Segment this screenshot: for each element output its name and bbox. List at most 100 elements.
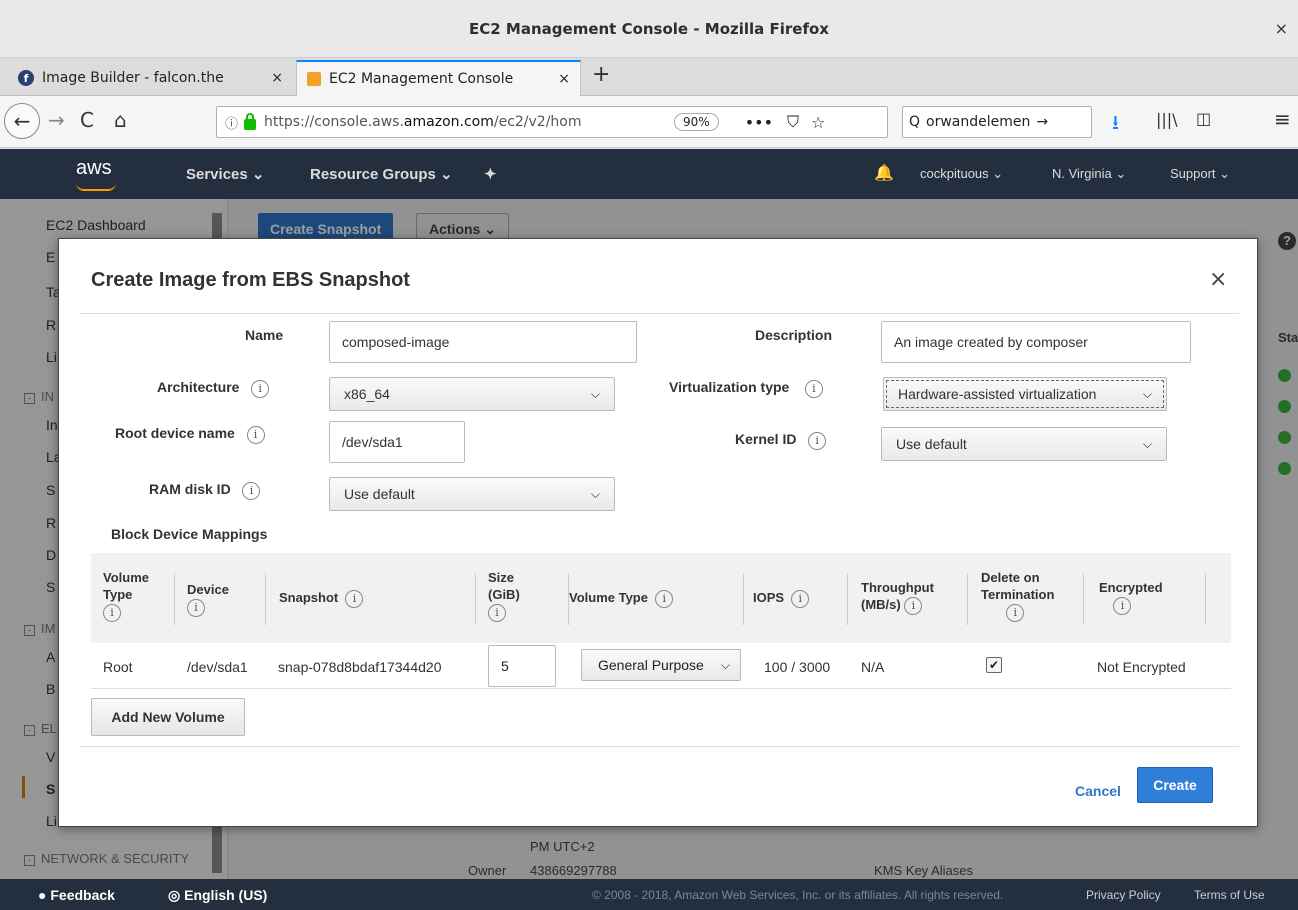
col-delete-on-termination: Delete on Termination i xyxy=(981,569,1054,622)
zoom-level-badge[interactable]: 90% xyxy=(674,113,719,131)
block-device-mappings-title: Block Device Mappings xyxy=(111,526,268,542)
account-menu[interactable]: cockpituous ⌄ xyxy=(920,166,1003,182)
aws-footer: ● Feedback ◎ English (US) © 2008 - 2018,… xyxy=(0,879,1298,910)
delete-on-termination-checkbox[interactable]: ✔ xyxy=(986,657,1002,673)
back-button[interactable]: ← xyxy=(4,103,40,139)
url-bar[interactable]: ⓘ https://console.aws.amazon.com/ec2/v2/… xyxy=(216,106,888,138)
column-divider xyxy=(847,573,848,625)
forward-button[interactable]: → xyxy=(48,108,65,132)
col-volume-type-select: Volume Type i xyxy=(569,589,674,608)
bookmark-star-icon[interactable]: ☆ xyxy=(811,113,825,132)
notifications-bell-icon[interactable]: 🔔 xyxy=(874,163,894,183)
info-icon[interactable]: i xyxy=(804,380,823,398)
info-icon[interactable]: i xyxy=(251,380,270,398)
info-icon[interactable]: i xyxy=(904,597,923,615)
create-button[interactable]: Create xyxy=(1137,767,1213,803)
add-new-volume-button[interactable]: Add New Volume xyxy=(91,698,245,736)
col-device: Device i xyxy=(187,581,229,617)
copyright-text: © 2008 - 2018, Amazon Web Services, Inc.… xyxy=(592,888,1004,902)
support-menu[interactable]: Support ⌄ xyxy=(1170,166,1230,182)
privacy-policy-link[interactable]: Privacy Policy xyxy=(1086,888,1161,902)
url-text[interactable]: https://console.aws.amazon.com/ec2/v2/ho… xyxy=(264,114,664,130)
hamburger-menu-icon[interactable]: ≡ xyxy=(1274,107,1291,131)
cell-device: /dev/sda1 xyxy=(187,659,248,675)
cancel-button[interactable]: Cancel xyxy=(1075,783,1121,799)
name-label: Name xyxy=(245,327,284,343)
home-button[interactable]: ⌂ xyxy=(114,108,127,132)
cell-encrypted: Not Encrypted xyxy=(1097,659,1186,675)
description-label: Description xyxy=(755,327,833,343)
tab-image-builder[interactable]: f Image Builder - falcon.the × xyxy=(8,60,293,96)
window-close-button[interactable]: × xyxy=(1275,19,1288,38)
chevron-down-icon: ⌵ xyxy=(1142,386,1152,401)
window-titlebar: EC2 Management Console - Mozilla Firefox… xyxy=(0,0,1298,58)
info-icon[interactable]: i xyxy=(488,604,506,622)
bdm-table-header: Volume Type i Device i Snapshot i Size (GiB)… xyxy=(91,553,1231,643)
root-device-name-field[interactable]: /dev/sda1 xyxy=(329,421,465,463)
info-icon[interactable]: i xyxy=(808,432,827,450)
pocket-icon[interactable]: ⛉ xyxy=(787,112,799,132)
search-value: orwandelemen xyxy=(926,114,1031,130)
tab-close-icon[interactable]: × xyxy=(558,71,570,87)
tab-ec2-console[interactable]: EC2 Management Console × xyxy=(296,60,581,96)
info-icon[interactable]: i xyxy=(791,590,810,608)
size-input[interactable]: 5 xyxy=(488,645,556,687)
info-icon[interactable]: i xyxy=(103,604,121,622)
info-icon[interactable]: i xyxy=(1006,604,1025,622)
chevron-down-icon: ⌵ xyxy=(590,486,600,501)
column-divider xyxy=(1083,573,1084,625)
info-icon[interactable]: i xyxy=(1113,597,1132,615)
page-actions-icon[interactable]: ••• xyxy=(745,113,773,132)
col-encrypted: Encrypted i xyxy=(1099,579,1163,615)
tab-close-icon[interactable]: × xyxy=(271,70,283,86)
dialog-title: Create Image from EBS Snapshot xyxy=(91,269,410,291)
downloads-icon[interactable]: ⭳ xyxy=(1112,108,1119,142)
info-icon[interactable]: i xyxy=(655,590,674,608)
chevron-down-icon: ⌵ xyxy=(720,657,730,672)
ram-disk-id-select[interactable]: Use default ⌵ xyxy=(329,477,615,511)
lock-icon xyxy=(244,112,257,130)
cell-iops: 100 / 3000 xyxy=(764,659,831,675)
volume-type-select[interactable]: General Purpose ⌵ xyxy=(581,649,741,681)
pin-icon[interactable]: ✦ xyxy=(484,165,497,183)
info-icon[interactable]: i xyxy=(187,599,205,617)
info-icon[interactable]: i xyxy=(345,590,364,608)
column-divider xyxy=(174,573,175,625)
col-snapshot: Snapshot i xyxy=(279,589,364,608)
create-image-dialog: Create Image from EBS Snapshot × Name co… xyxy=(58,238,1258,827)
column-divider xyxy=(743,573,744,625)
virtualization-type-select[interactable]: Hardware-assisted virtualization ⌵ xyxy=(883,377,1167,411)
search-icon: Q xyxy=(909,114,921,130)
info-icon[interactable]: i xyxy=(242,482,261,500)
sidebar-toggle-icon[interactable]: ◫ xyxy=(1196,109,1211,128)
cell-volume-type: Root xyxy=(103,659,133,675)
window-title: EC2 Management Console - Mozilla Firefox xyxy=(469,20,829,38)
reload-button[interactable]: C xyxy=(80,108,94,132)
col-volume-type: Volume Type i xyxy=(103,569,149,622)
name-field[interactable]: composed-image xyxy=(329,321,637,363)
close-icon[interactable]: × xyxy=(1209,267,1227,292)
library-icon[interactable]: |||\ xyxy=(1156,110,1178,129)
info-icon[interactable]: i xyxy=(246,426,265,444)
architecture-label: Architecture i xyxy=(157,379,270,398)
terms-of-use-link[interactable]: Terms of Use xyxy=(1194,888,1265,902)
search-input[interactable]: Q orwandelemen → xyxy=(902,106,1092,138)
description-field[interactable]: An image created by composer xyxy=(881,321,1191,363)
region-menu[interactable]: N. Virginia ⌄ xyxy=(1052,166,1126,182)
column-divider xyxy=(265,573,266,625)
architecture-select[interactable]: x86_64 ⌵ xyxy=(329,377,615,411)
language-selector[interactable]: ◎ English (US) xyxy=(168,887,267,904)
col-throughput: Throughput (MB/s) i xyxy=(861,579,934,615)
search-go-icon[interactable]: → xyxy=(1036,114,1048,130)
services-menu[interactable]: Services ⌄ xyxy=(186,165,264,183)
tab-label: EC2 Management Console xyxy=(329,71,514,87)
resource-groups-menu[interactable]: Resource Groups ⌄ xyxy=(310,165,453,183)
table-row: Root /dev/sda1 snap-078d8bdaf17344d20 5 … xyxy=(91,643,1231,689)
aws-logo[interactable]: aws xyxy=(76,157,112,180)
kernel-id-select[interactable]: Use default ⌵ xyxy=(881,427,1167,461)
chevron-down-icon: ⌵ xyxy=(1142,436,1152,451)
site-info-icon[interactable]: ⓘ xyxy=(225,113,238,132)
feedback-link[interactable]: ● Feedback xyxy=(38,887,115,903)
new-tab-button[interactable]: + xyxy=(592,62,610,87)
col-size: Size (GiB) i xyxy=(488,569,520,622)
